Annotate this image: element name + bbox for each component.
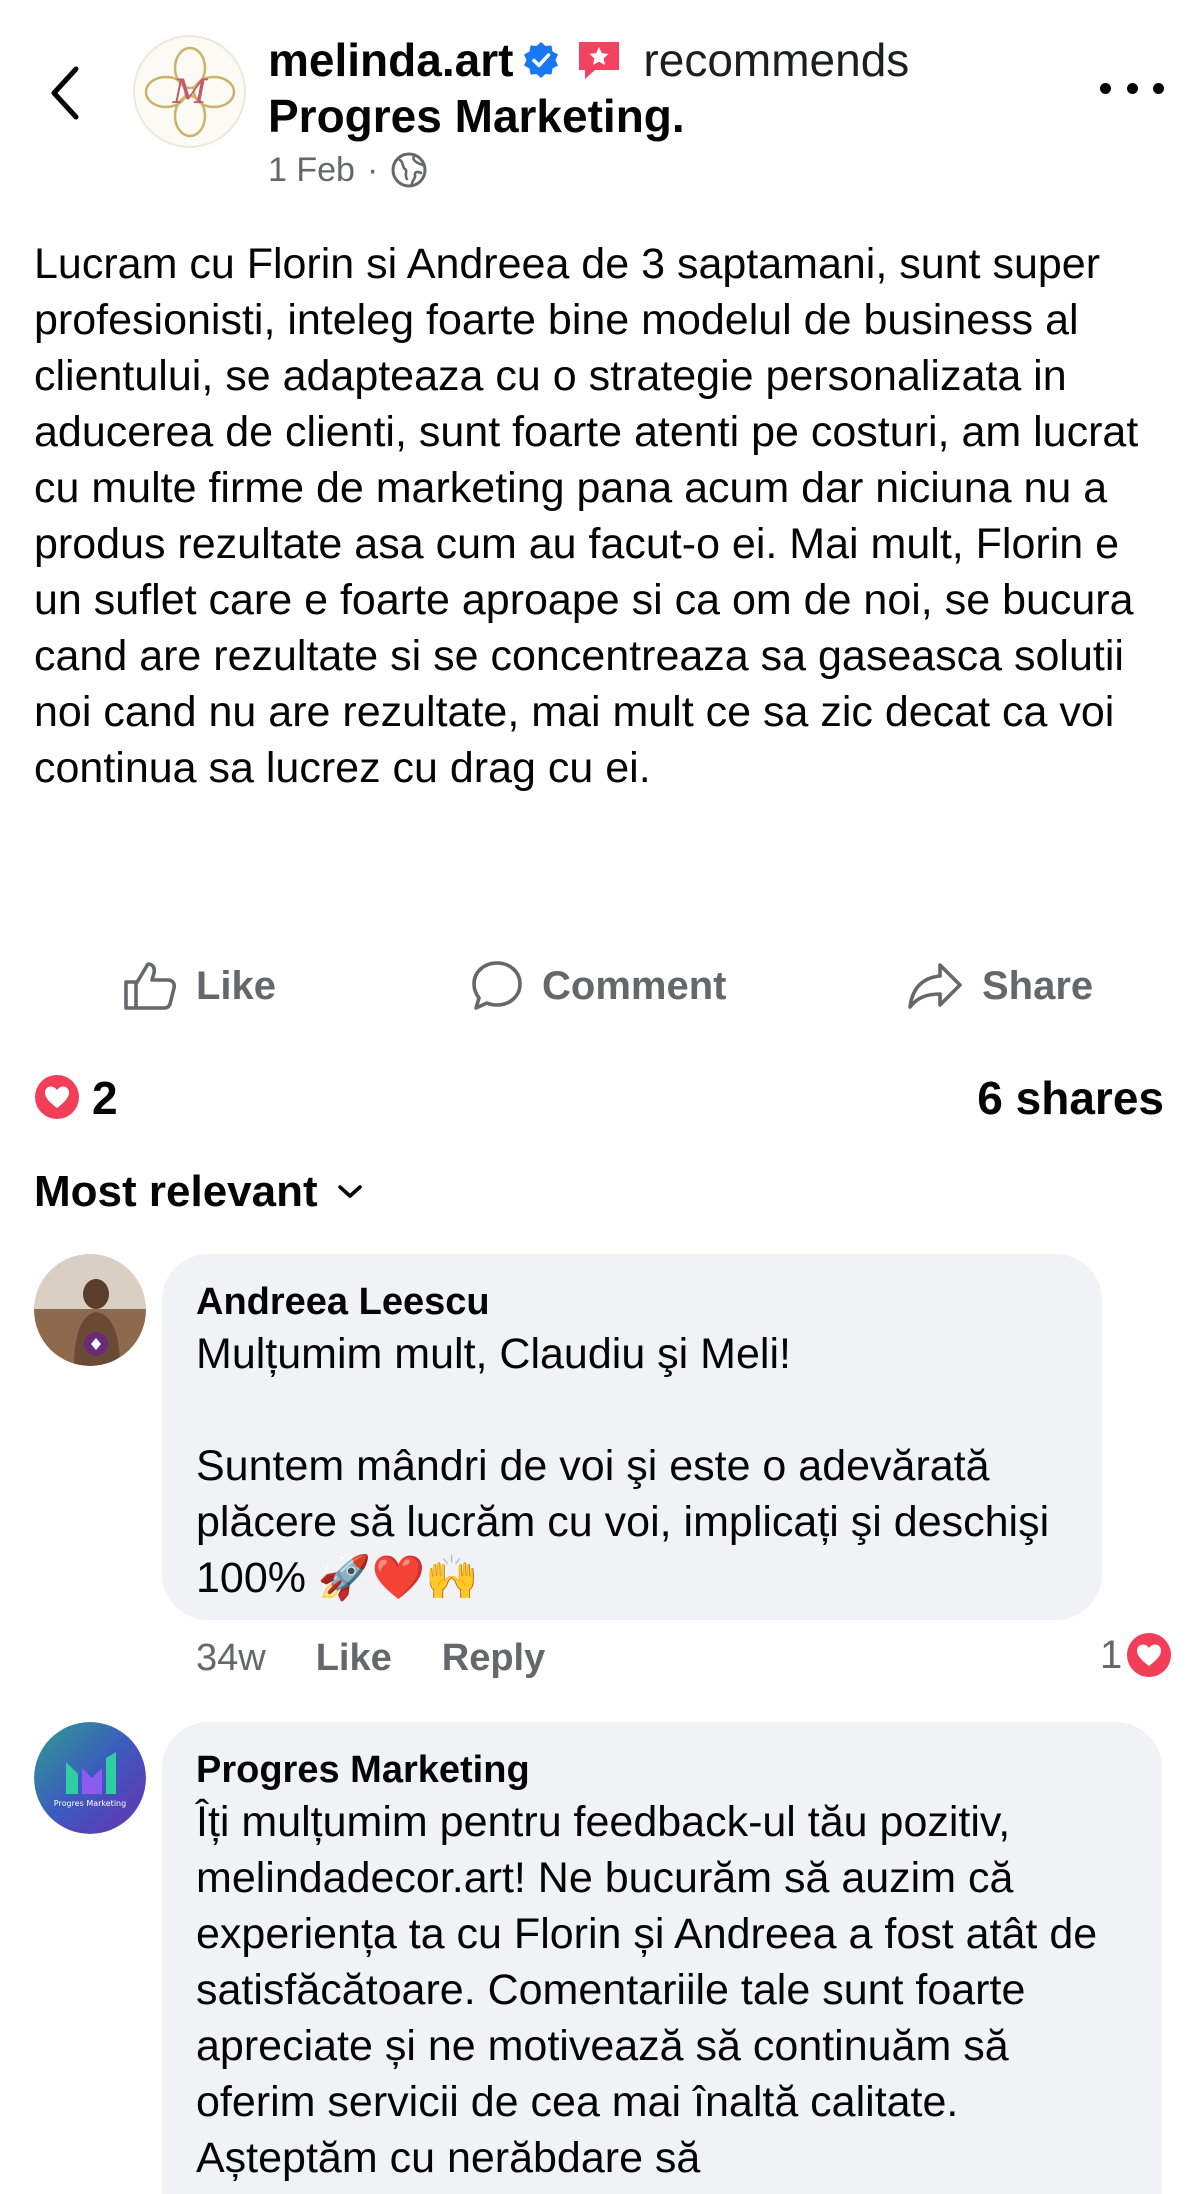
recommendation-star-icon — [579, 42, 620, 79]
shares-count[interactable]: 6 shares — [977, 1070, 1164, 1126]
comment-reactions[interactable]: 1 — [1100, 1632, 1172, 1678]
like-button[interactable]: Like — [122, 950, 276, 1022]
more-dot — [1100, 82, 1111, 94]
recommends-label: recommends — [643, 34, 910, 86]
comment-text: Mulțumim mult, Claudiu şi Meli! Suntem m… — [196, 1330, 1050, 1602]
comment-reaction-count: 1 — [1100, 1632, 1123, 1677]
commenter-avatar[interactable] — [34, 1254, 146, 1366]
post-date[interactable]: 1 Feb — [268, 148, 355, 192]
comment-reply-button[interactable]: Reply — [442, 1634, 545, 1682]
author-name[interactable]: melinda.art — [268, 30, 513, 90]
more-dot — [1126, 82, 1138, 94]
comment-meta: 34w Like Reply — [196, 1634, 595, 1682]
progres-marketing-logo: Progres Marketing — [34, 1722, 146, 1834]
comment-label: Comment — [542, 963, 727, 1008]
post-meta: 1 Feb · — [268, 148, 428, 192]
verified-badge-icon — [524, 42, 559, 78]
share-arrow-icon — [908, 963, 962, 1009]
love-reaction-icon[interactable] — [34, 1074, 80, 1120]
comment-bubble: Andreea Leescu Mulțumim mult, Claudiu şi… — [162, 1254, 1102, 1620]
reaction-count[interactable]: 2 — [92, 1070, 118, 1126]
share-label: Share — [982, 963, 1094, 1008]
recommended-page-name[interactable]: Progres Marketing. — [268, 86, 685, 146]
post-text: Lucram cu Florin si Andreea de 3 saptama… — [34, 240, 1139, 792]
chevron-down-icon — [337, 1185, 362, 1198]
more-options-button[interactable] — [1100, 68, 1164, 108]
author-line: melinda.art recommends — [268, 30, 909, 90]
comment-author[interactable]: Andreea Leescu — [196, 1278, 1068, 1326]
back-button[interactable] — [40, 58, 90, 128]
logo-text: Progres Marketing — [54, 1799, 126, 1808]
page-avatar[interactable]: Progres Marketing — [34, 1722, 146, 1834]
post-header: M melinda.art recommends Progres Marketi… — [0, 0, 1200, 210]
post-stats: 2 6 shares — [0, 1064, 1200, 1134]
svg-text:M: M — [171, 72, 208, 112]
comment-author[interactable]: Progres Marketing — [196, 1746, 1128, 1794]
globe-icon — [391, 152, 427, 188]
flower-logo-icon: M — [144, 46, 235, 137]
comment-button[interactable]: Comment — [470, 950, 726, 1022]
comment-text: Îți mulțumim pentru feedback-ul tău pozi… — [196, 1798, 1110, 2182]
sort-label: Most relevant — [34, 1167, 318, 1216]
chevron-left-icon — [51, 66, 79, 120]
like-label: Like — [196, 963, 277, 1008]
share-button[interactable]: Share — [906, 950, 1093, 1022]
love-reaction-icon — [1127, 1633, 1172, 1677]
thumbs-up-icon — [124, 962, 177, 1010]
profile-photo — [34, 1254, 146, 1366]
author-avatar[interactable]: M — [133, 35, 246, 148]
speech-bubble-icon — [472, 961, 522, 1010]
more-dot — [1153, 82, 1164, 94]
post-actions: Like Comment Share — [0, 950, 1200, 1022]
comment-sort-dropdown[interactable]: Most relevant — [34, 1164, 364, 1220]
comment-like-button[interactable]: Like — [316, 1634, 392, 1682]
comment-bubble: Progres Marketing Îți mulțumim pentru fe… — [162, 1722, 1162, 2194]
comment-age[interactable]: 34w — [196, 1634, 266, 1682]
meta-separator: · — [366, 151, 379, 189]
